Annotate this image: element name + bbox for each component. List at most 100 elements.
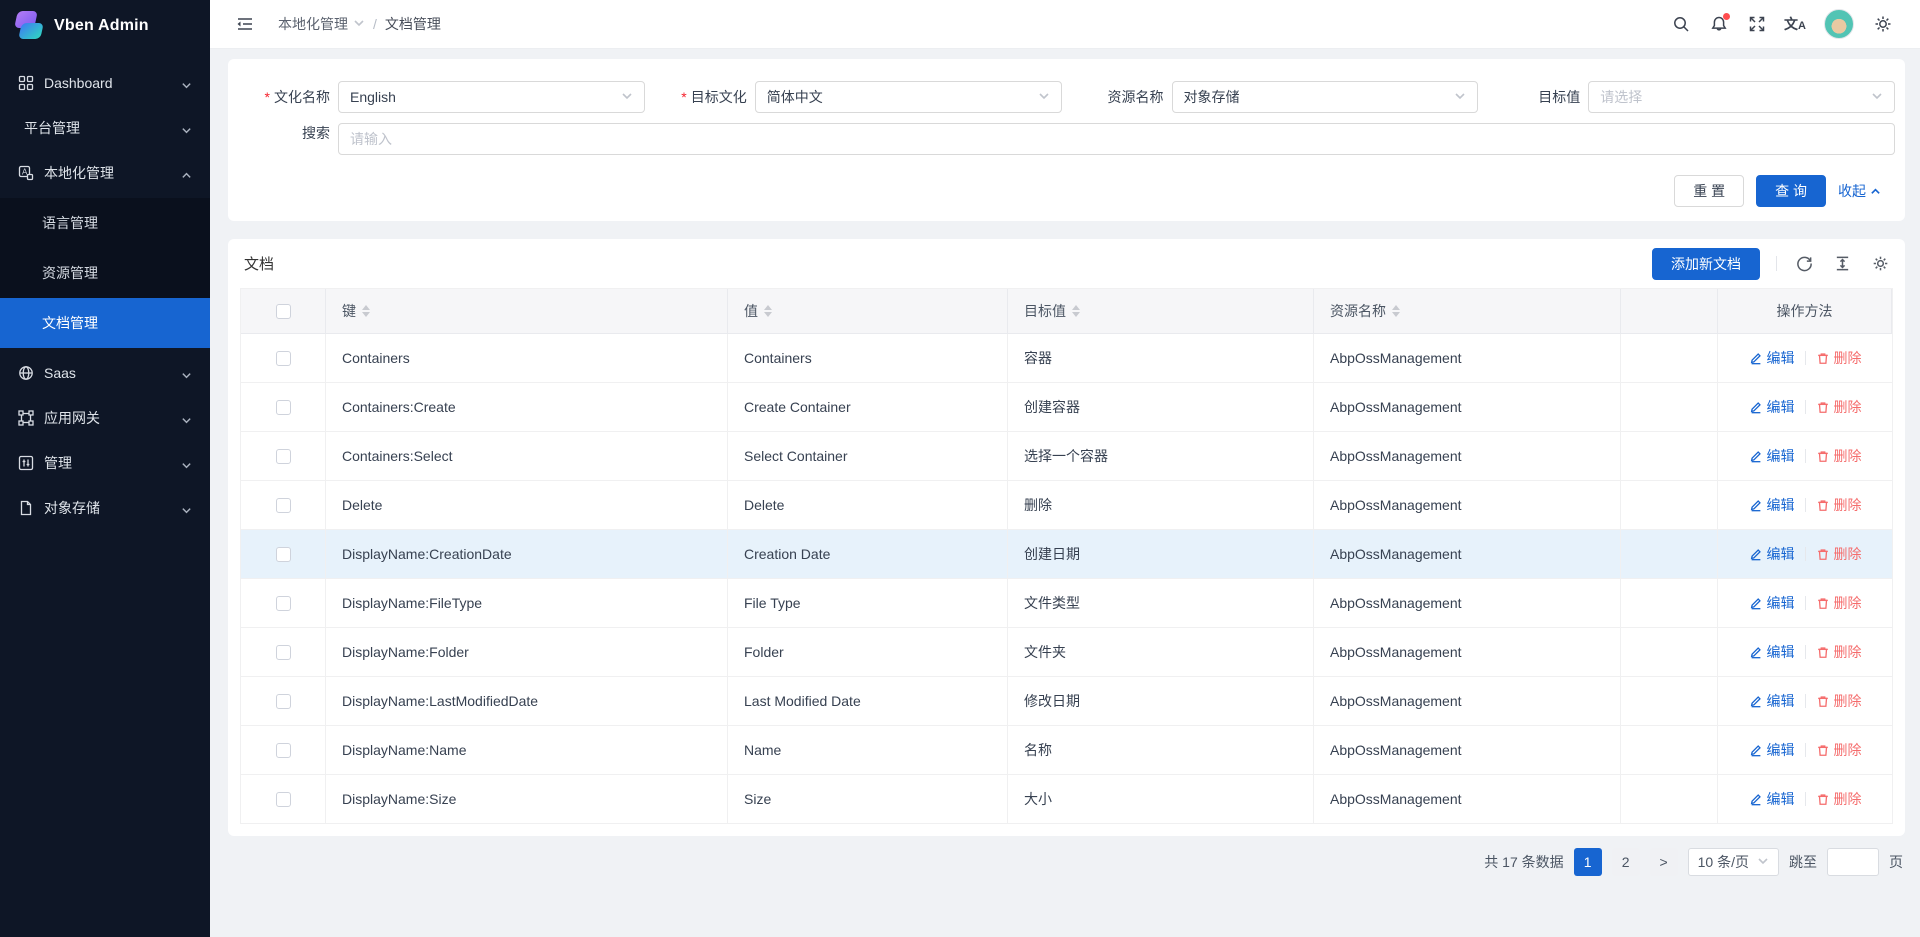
sidebar-item-document-management[interactable]: 文档管理 [0, 298, 210, 348]
edit-row-button[interactable]: 编辑 [1749, 593, 1795, 613]
row-cell-target: 文件类型 [1008, 579, 1314, 628]
search-input[interactable] [338, 123, 1895, 155]
page-button-1[interactable]: 1 [1574, 848, 1602, 876]
sidebar-item-object-storage[interactable]: 对象存储 [8, 488, 202, 528]
target-culture-select[interactable]: 简体中文 [755, 81, 1062, 113]
sidebar: Vben Admin Dashboard 平台管理 A 本地化管理 [0, 0, 210, 937]
row-checkbox[interactable] [276, 743, 291, 758]
refresh-icon[interactable] [1793, 253, 1815, 275]
edit-row-button[interactable]: 编辑 [1749, 740, 1795, 760]
target-value-select[interactable]: 请选择 [1588, 81, 1895, 113]
sidebar-item-gateway[interactable]: 应用网关 [8, 398, 202, 438]
row-checkbox[interactable] [276, 498, 291, 513]
sort-icon[interactable] [1392, 305, 1400, 317]
menu-fold-icon[interactable] [228, 7, 262, 41]
edit-row-button[interactable]: 编辑 [1749, 691, 1795, 711]
translate-icon[interactable]: 文A [1778, 7, 1812, 41]
sort-icon[interactable] [1072, 305, 1080, 317]
sidebar-item-resource-management[interactable]: 资源管理 [0, 248, 210, 298]
collapse-filter-link[interactable]: 收起 [1838, 181, 1881, 201]
page-button-2[interactable]: 2 [1612, 848, 1640, 876]
row-cell-checkbox [241, 579, 326, 628]
column-settings-gear-icon[interactable] [1869, 253, 1891, 275]
cell-text: AbpOssManagement [1330, 595, 1462, 611]
row-checkbox[interactable] [276, 596, 291, 611]
table-toolbar: 文档 添加新文档 [240, 239, 1893, 288]
edit-row-button[interactable]: 编辑 [1749, 397, 1795, 417]
sidebar-submenu-localization: 语言管理 资源管理 文档管理 [0, 198, 210, 348]
row-checkbox[interactable] [276, 645, 291, 660]
submenu-item-label: 资源管理 [42, 263, 98, 283]
delete-row-button[interactable]: 删除 [1816, 740, 1862, 760]
table-row: Containers Containers 容器 AbpOssManagemen… [241, 334, 1892, 383]
edit-row-button[interactable]: 编辑 [1749, 789, 1795, 809]
sidebar-item-platform[interactable]: 平台管理 [8, 108, 202, 148]
fullscreen-icon[interactable] [1740, 7, 1774, 41]
row-checkbox[interactable] [276, 400, 291, 415]
sidebar-item-management[interactable]: 管理 [8, 443, 202, 483]
select-value: English [350, 89, 621, 105]
header-cell-value[interactable]: 值 [728, 289, 1008, 334]
reset-button[interactable]: 重 置 [1674, 175, 1744, 207]
next-page-button[interactable]: > [1650, 848, 1678, 876]
sidebar-item-localization[interactable]: A 本地化管理 [8, 153, 202, 193]
row-checkbox[interactable] [276, 449, 291, 464]
delete-row-button[interactable]: 删除 [1816, 495, 1862, 515]
jump-page-input[interactable] [1827, 848, 1879, 876]
edit-row-button[interactable]: 编辑 [1749, 348, 1795, 368]
delete-row-button[interactable]: 删除 [1816, 397, 1862, 417]
row-checkbox[interactable] [276, 351, 291, 366]
page-size-select[interactable]: 10 条/页 [1688, 848, 1779, 876]
edit-row-button[interactable]: 编辑 [1749, 446, 1795, 466]
select-all-checkbox[interactable] [276, 304, 291, 319]
sidebar-item-dashboard[interactable]: Dashboard [8, 63, 202, 103]
row-cell-key: Delete [326, 481, 728, 530]
delete-row-button[interactable]: 删除 [1816, 593, 1862, 613]
user-avatar[interactable] [1824, 9, 1854, 39]
header-cell-key[interactable]: 键 [326, 289, 728, 334]
sidebar-item-saas[interactable]: Saas [8, 353, 202, 393]
cell-text: 修改日期 [1024, 691, 1080, 711]
row-checkbox[interactable] [276, 547, 291, 562]
delete-row-button[interactable]: 删除 [1816, 446, 1862, 466]
delete-row-button[interactable]: 删除 [1816, 691, 1862, 711]
edit-row-button[interactable]: 编辑 [1749, 642, 1795, 662]
culture-select[interactable]: English [338, 81, 645, 113]
add-document-button[interactable]: 添加新文档 [1652, 248, 1760, 280]
delete-row-button[interactable]: 删除 [1816, 642, 1862, 662]
notification-bell-icon[interactable] [1702, 7, 1736, 41]
main-area: 本地化管理 / 文档管理 文A [210, 0, 1920, 937]
settings-gear-icon[interactable] [1866, 7, 1900, 41]
column-label: 键 [342, 301, 356, 321]
breadcrumb-item-localization[interactable]: 本地化管理 [278, 14, 365, 34]
brand-logo[interactable]: Vben Admin [0, 0, 210, 52]
sort-icon[interactable] [764, 305, 772, 317]
row-cell-resource: AbpOssManagement [1314, 432, 1621, 481]
row-checkbox[interactable] [276, 792, 291, 807]
edit-pencil-icon [1749, 400, 1763, 414]
edit-row-button[interactable]: 编辑 [1749, 495, 1795, 515]
delete-row-button[interactable]: 删除 [1816, 544, 1862, 564]
cell-text: DisplayName:CreationDate [342, 546, 512, 562]
query-button[interactable]: 查 询 [1756, 175, 1826, 207]
edit-row-button[interactable]: 编辑 [1749, 544, 1795, 564]
header-cell-resource[interactable]: 资源名称 [1314, 289, 1621, 334]
delete-row-button[interactable]: 删除 [1816, 789, 1862, 809]
sidebar-item-language-management[interactable]: 语言管理 [0, 198, 210, 248]
resource-select[interactable]: 对象存储 [1172, 81, 1479, 113]
edit-label: 编辑 [1767, 593, 1795, 613]
row-checkbox[interactable] [276, 694, 291, 709]
breadcrumb-label: 本地化管理 [278, 14, 348, 34]
row-cell-value: Size [728, 775, 1008, 824]
row-height-icon[interactable] [1831, 253, 1853, 275]
search-icon[interactable] [1664, 7, 1698, 41]
row-cell-checkbox [241, 334, 326, 383]
trash-icon [1816, 449, 1830, 463]
chevron-down-icon [181, 368, 192, 379]
sort-icon[interactable] [362, 305, 370, 317]
sidebar-item-label: 管理 [44, 453, 171, 473]
row-cell-empty [1621, 579, 1718, 628]
delete-row-button[interactable]: 删除 [1816, 348, 1862, 368]
header-cell-target[interactable]: 目标值 [1008, 289, 1314, 334]
table-row: Containers:Select Select Container 选择一个容… [241, 432, 1892, 481]
